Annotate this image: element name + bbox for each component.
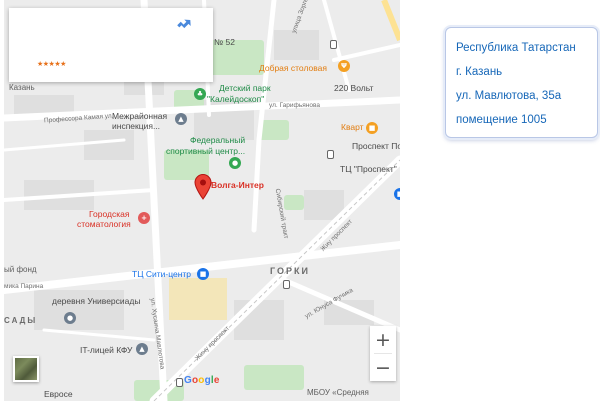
label-prospekt-pobedy: Проспект Побе [352,141,400,151]
metro-station-icon[interactable] [327,150,334,159]
school-icon[interactable]: ▲ [136,343,148,355]
address-street: ул. Мавлютова, 35а [456,90,562,102]
place-info-card: ★★★★★ [9,8,213,82]
address-room: помещение 1005 [456,114,547,126]
university-village-pin-icon[interactable]: ● [64,312,76,324]
directions-icon[interactable] [177,18,193,34]
government-building-icon[interactable]: ▲ [175,113,187,125]
mall-icon[interactable]: ■ [197,268,209,280]
label-detskiy-park-line2: "Калейдоскоп" [207,94,265,104]
label-kvart: Кварт [341,122,364,132]
label-220-volt: 220 Вольт [334,83,374,93]
label-gorki: ГОРКИ [270,266,310,276]
label-it-licey: IT-лицей КФУ [80,345,133,355]
label-kazan: Казань [9,83,35,92]
fork-knife-icon[interactable]: Ψ [338,60,350,72]
location-marker-icon[interactable] [194,174,212,200]
label-no52: № 52 [214,37,235,47]
zoom-out-button[interactable]: − [370,354,396,381]
label-volga-inter: Волга-Интер [211,180,264,190]
stadium-pin-icon[interactable]: ● [229,157,241,169]
label-fed-center-line1: Федеральный [190,135,246,145]
label-dobraya-stolovaya: Добрая столовая [259,63,327,73]
zoom-control: + − [370,326,396,381]
google-logo-letter: G [184,375,192,386]
label-tc-prospekt: ТЦ "Проспект" [340,164,397,174]
address-region: Республика Татарстан [456,42,576,54]
rating-stars: ★★★★★ [37,60,66,68]
satellite-view-toggle[interactable] [13,356,39,382]
label-sady: САДЫ [4,316,38,325]
metro-station-icon[interactable] [176,378,183,387]
label-evroe: Евросе [44,389,73,399]
dentist-icon[interactable]: + [138,212,150,224]
park-icon[interactable]: ♣ [194,88,206,100]
shop-icon[interactable]: ■ [394,188,400,200]
label-fond: ый фонд [4,265,37,274]
label-ul-garifullina: ул. Гарифьянова [269,102,320,109]
label-tc-siti: ТЦ Сити-центр [132,269,192,279]
google-logo: Google [184,375,220,386]
label-fed-center-line2: спортивный центр... [166,146,246,156]
label-mbou: МБОУ «Средняя [307,388,369,397]
zoom-in-button[interactable]: + [370,326,396,353]
label-mezhrayonnaya-line2: инспекция... [112,121,161,131]
label-detskiy-park-line1: Детский парк [219,83,271,93]
map-view[interactable]: № 52 Добрая столовая Детский парк "Калей… [4,0,400,401]
label-gor-stom-line2: стоматология [77,219,131,229]
label-ul-parina: мика Парина [4,283,44,290]
metro-station-icon[interactable] [330,40,337,49]
shopping-bag-icon[interactable]: ■ [366,122,378,134]
label-derevnya-universiady: деревня Универсиады [52,296,141,306]
address-card: Республика Татарстан г. Казань ул. Мавлю… [445,27,598,138]
address-city: г. Казань [456,66,503,78]
metro-station-icon[interactable] [283,280,290,289]
google-logo-letter: e [213,375,220,386]
